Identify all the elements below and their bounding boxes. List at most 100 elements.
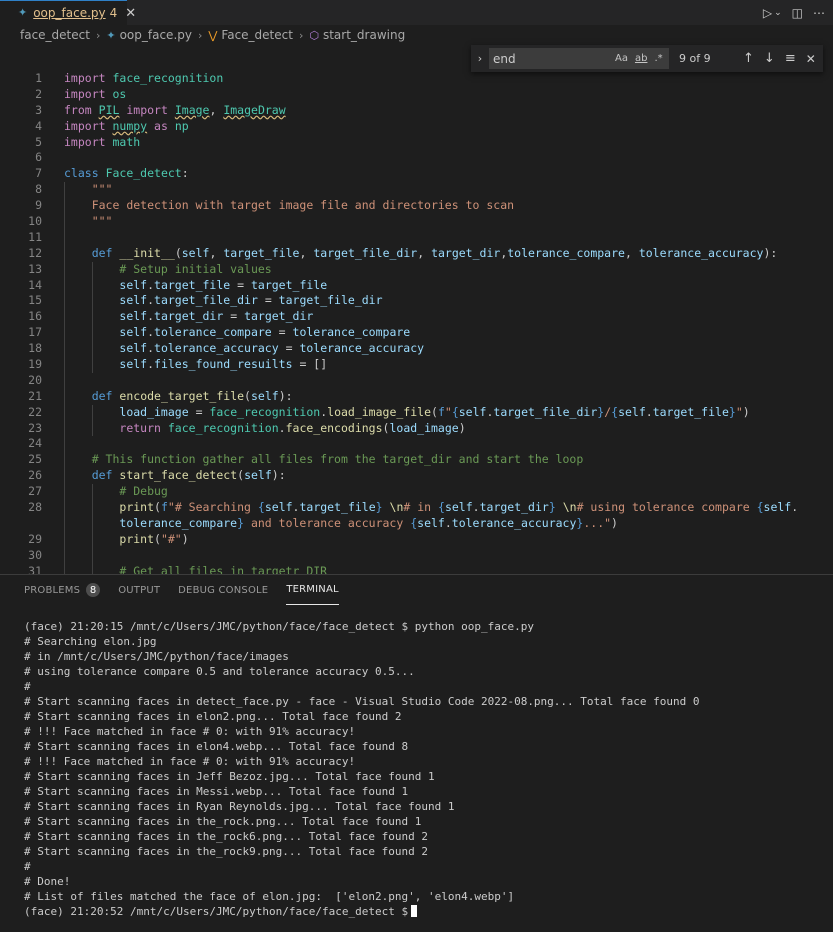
chevron-down-icon[interactable]: ⌄ xyxy=(774,8,782,18)
code-text: self.target_dir = target_dir xyxy=(119,309,314,324)
line-number: 1 xyxy=(35,71,42,85)
tab-problem-count: 4 xyxy=(109,6,118,20)
code-line: 21 def encode_target_file(self): xyxy=(0,388,833,405)
tab-label: OUTPUT xyxy=(118,584,161,596)
code-line: 20 xyxy=(0,372,833,389)
line-number: 25 xyxy=(28,452,42,467)
close-icon[interactable]: ✕ xyxy=(806,52,816,66)
terminal-text: # Start scanning faces in Messi.webp... … xyxy=(24,785,409,798)
indent-guide xyxy=(64,372,65,389)
arrow-up-icon[interactable]: ↑ xyxy=(743,51,754,66)
code-line: 18 self.tolerance_accuracy = tolerance_a… xyxy=(0,341,833,358)
breadcrumb-method[interactable]: ⬡ start_drawing xyxy=(309,28,405,42)
tab-terminal[interactable]: TERMINAL xyxy=(286,575,339,605)
terminal-line: # in /mnt/c/Users/JMC/python/face/images xyxy=(24,649,824,664)
code-text: import math xyxy=(64,134,141,149)
terminal-output[interactable]: (face) 21:20:15 /mnt/c/Users/JMC/python/… xyxy=(24,619,824,919)
code-line: 4 import numpy as np xyxy=(0,119,833,135)
code-line: 1 import face_recognition xyxy=(0,71,833,87)
split-editor-icon[interactable]: ◫ xyxy=(792,6,803,20)
indent-guide xyxy=(64,229,65,246)
line-number: 17 xyxy=(28,325,42,340)
code-text: """ xyxy=(91,214,113,229)
terminal-line: # xyxy=(24,859,824,874)
line-number: 18 xyxy=(28,341,42,356)
arrow-down-icon[interactable]: ↓ xyxy=(764,51,775,66)
code-text: import face_recognition xyxy=(64,71,224,85)
panel-tabs: PROBLEMS 8 OUTPUT DEBUG CONSOLE TERMINAL xyxy=(24,575,339,605)
breadcrumb-file[interactable]: ✦ oop_face.py xyxy=(106,28,192,42)
more-actions-icon[interactable]: ⋯ xyxy=(813,6,825,20)
code-line: 8 """ xyxy=(0,182,833,199)
terminal-text: # Start scanning faces in the_rock9.png.… xyxy=(24,845,428,858)
tab-label: PROBLEMS xyxy=(24,584,81,596)
code-line: 23 return face_recognition.face_encoding… xyxy=(0,420,833,437)
terminal-line: (face) 21:20:15 /mnt/c/Users/JMC/python/… xyxy=(24,619,824,634)
terminal-line: # Start scanning faces in the_rock9.png.… xyxy=(24,844,824,859)
terminal-text: # Start scanning faces in elon2.png... T… xyxy=(24,710,402,723)
terminal-line: # !!! Face matched in face # 0: with 91%… xyxy=(24,754,824,769)
line-number: 31 xyxy=(28,563,42,574)
match-case-icon[interactable]: Aa xyxy=(615,53,628,64)
tab-debug-console[interactable]: DEBUG CONSOLE xyxy=(178,575,268,605)
close-icon[interactable]: ✕ xyxy=(125,6,136,21)
code-text: print("#") xyxy=(119,531,189,546)
terminal-line: # Start scanning faces in the_rock.png..… xyxy=(24,814,824,829)
code-line: 16 self.target_dir = target_dir xyxy=(0,309,833,326)
code-text: import numpy as np xyxy=(64,118,189,133)
match-whole-word-icon[interactable]: ab xyxy=(635,53,647,64)
code-line: 2 import os xyxy=(0,87,833,103)
code-line: 3 from PIL import Image, ImageDraw xyxy=(0,103,833,119)
terminal-text: # Done! xyxy=(24,875,71,888)
indent-guide xyxy=(64,547,65,564)
terminal-line: # Start scanning faces in Ryan Reynolds.… xyxy=(24,799,824,814)
code-line: 22 load_image = face_recognition.load_im… xyxy=(0,404,833,421)
code-text: def start_face_detect(self): xyxy=(91,468,286,483)
code-line: 25 # This function gather all files from… xyxy=(0,452,833,469)
code-line: 19 self.files_found_resuilts = [] xyxy=(0,357,833,373)
code-text: self.tolerance_accuracy = tolerance_accu… xyxy=(119,341,425,356)
terminal-text: # Searching elon.jpg xyxy=(24,635,157,648)
find-in-selection-icon[interactable]: ≡ xyxy=(785,51,796,66)
line-number: 4 xyxy=(35,118,42,133)
tab-filename: oop_face.py xyxy=(33,6,106,20)
terminal-line: # Start scanning faces in the_rock6.png.… xyxy=(24,829,824,844)
code-text: # Debug xyxy=(119,484,168,499)
line-number: 16 xyxy=(28,309,42,324)
terminal-line: # List of files matched the face of elon… xyxy=(24,889,824,904)
regex-icon[interactable]: .* xyxy=(654,53,662,64)
line-number: 23 xyxy=(28,420,42,435)
terminal-line: # !!! Face matched in face # 0: with 91%… xyxy=(24,724,824,739)
code-text: # This function gather all files from th… xyxy=(91,452,584,467)
breadcrumb-folder[interactable]: face_detect xyxy=(20,28,90,42)
bottom-panel: PROBLEMS 8 OUTPUT DEBUG CONSOLE TERMINAL … xyxy=(0,574,833,932)
terminal-line: # Start scanning faces in elon2.png... T… xyxy=(24,709,824,724)
code-line: 26 def start_face_detect(self): xyxy=(0,468,833,485)
code-editor[interactable]: 1 import face_recognition 2 import os 3 from … xyxy=(0,71,833,574)
code-text: import os xyxy=(64,86,127,101)
run-icon[interactable]: ▷ xyxy=(763,6,772,20)
python-file-icon: ✦ xyxy=(106,28,116,42)
code-text: """ xyxy=(91,182,113,197)
tab-output[interactable]: OUTPUT xyxy=(118,575,160,605)
terminal-line: # Done! xyxy=(24,874,824,889)
code-line: 10 """ xyxy=(0,214,833,230)
terminal-text: # xyxy=(24,680,31,693)
find-input[interactable] xyxy=(489,50,615,67)
find-widget: › Aa ab .* 9 of 9 ↑ ↓ ≡ ✕ xyxy=(471,45,823,72)
line-number: 11 xyxy=(28,229,42,244)
code-text: self.target_file_dir = target_file_dir xyxy=(119,293,383,308)
breadcrumb-label: oop_face.py xyxy=(119,28,192,42)
find-match-count: 9 of 9 xyxy=(679,52,711,65)
line-number: 9 xyxy=(35,198,42,213)
terminal-text: # using tolerance compare 0.5 and tolera… xyxy=(24,665,415,678)
code-text: class Face_detect: xyxy=(64,166,189,181)
code-line: 31 # Get all files in targetr DIR xyxy=(0,563,833,574)
editor-tab[interactable]: ✦ oop_face.py 4 ✕ xyxy=(0,0,136,25)
indent-guide xyxy=(91,547,93,564)
tab-problems[interactable]: PROBLEMS 8 xyxy=(24,575,101,605)
line-number: 29 xyxy=(28,531,42,546)
chevron-right-icon[interactable]: › xyxy=(471,52,489,65)
breadcrumb-class[interactable]: ⋁ Face_detect xyxy=(208,28,293,42)
code-line: 29 print("#") xyxy=(0,531,833,548)
